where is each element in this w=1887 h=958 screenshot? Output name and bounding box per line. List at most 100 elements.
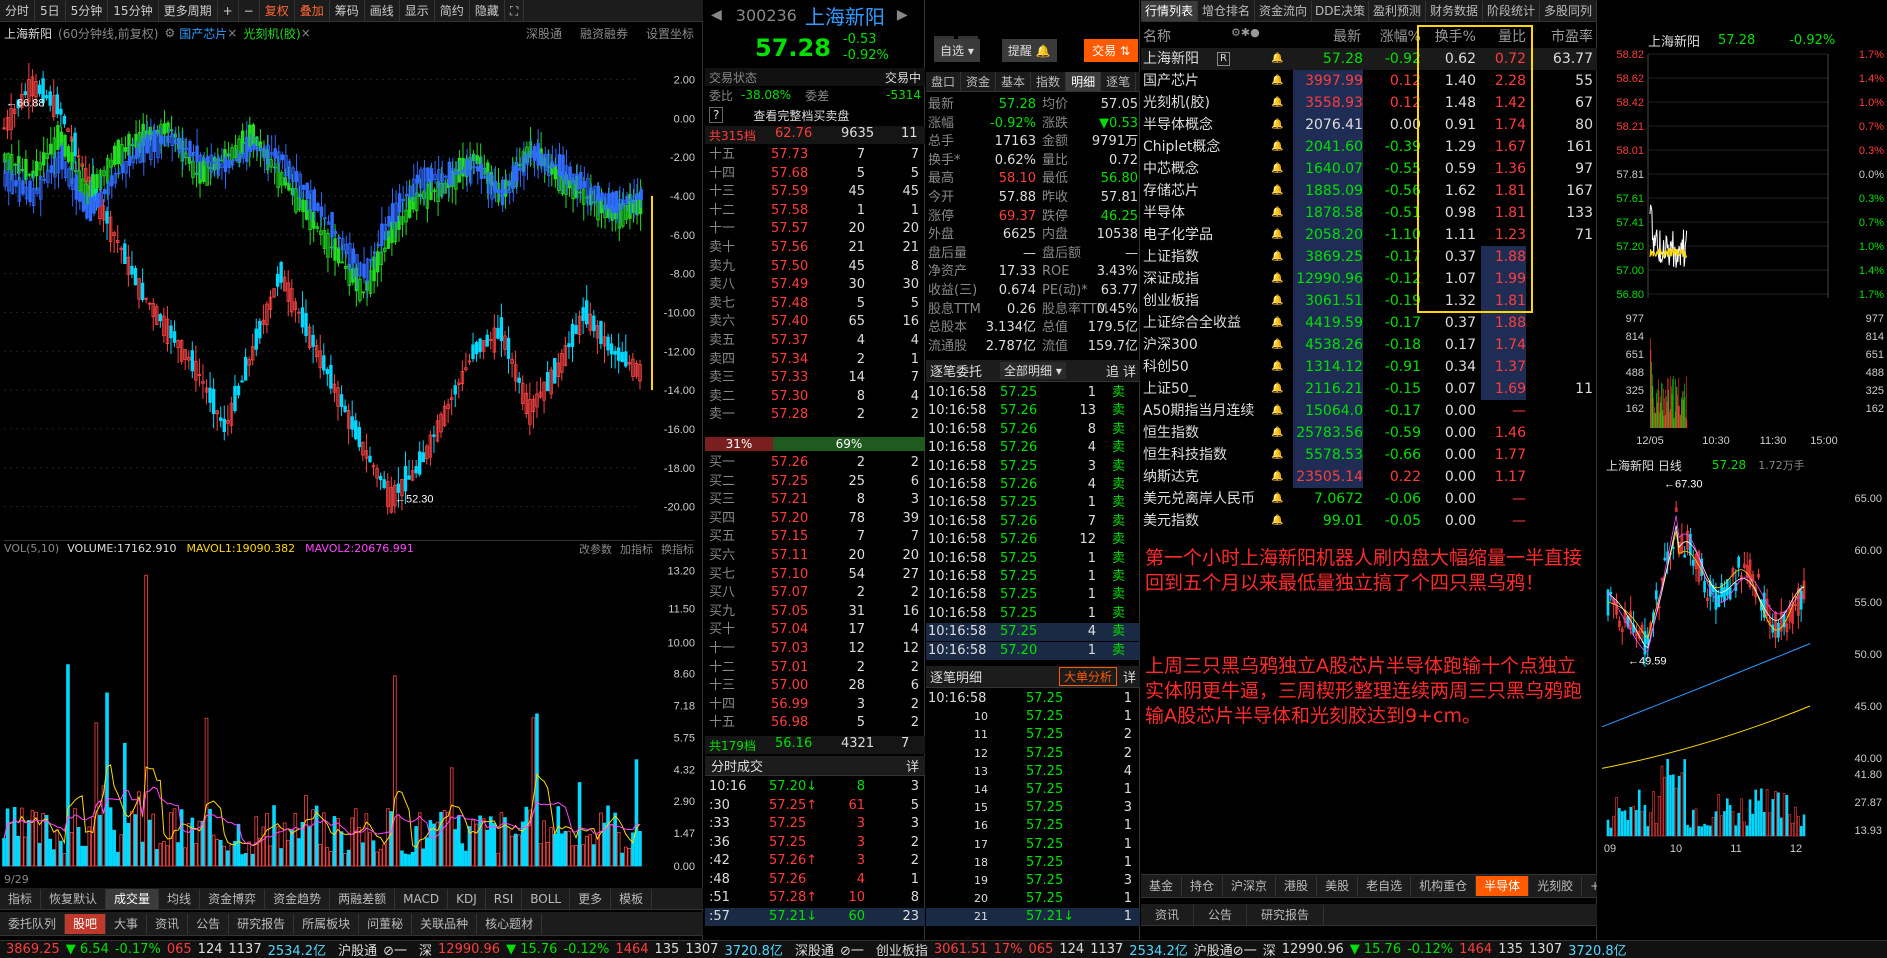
draw-button[interactable]: 画线 [365, 0, 400, 22]
col-name[interactable]: 名称 [1143, 26, 1171, 46]
group-tab-7[interactable]: 半导体 [1476, 876, 1530, 896]
indicator-tab-11[interactable]: 更多 [570, 888, 612, 909]
col-chg[interactable]: 涨幅% [1366, 26, 1421, 46]
close-icon[interactable]: × [227, 26, 237, 40]
bottom-tab-0[interactable]: 委托队列 [0, 913, 66, 934]
bell-icon[interactable]: 🔔 [1271, 136, 1283, 158]
group-tab-1[interactable]: 持仓 [1182, 876, 1224, 896]
indicator-tab-0[interactable]: 指标 [0, 888, 42, 909]
bell-icon[interactable]: 🔔 [1271, 224, 1283, 246]
minute-trades-detail[interactable]: 详 [906, 756, 919, 775]
bell-icon[interactable]: 🔔 [1271, 180, 1283, 202]
indicator-tab-6[interactable]: 两融差额 [330, 888, 396, 909]
stats-tab-4[interactable]: 明细 [1066, 72, 1102, 91]
group-tab-2[interactable]: 沪深京 [1223, 876, 1277, 896]
watchlist-tab-1[interactable]: 增仓排名 [1198, 0, 1255, 21]
bell-icon[interactable]: 🔔 [1271, 48, 1283, 70]
settings-icon[interactable]: ⚙ [164, 26, 175, 40]
bottom-tab-7[interactable]: 问董秘 [359, 913, 413, 934]
group-tab-5[interactable]: 老自选 [1358, 876, 1412, 896]
watchlist-row[interactable]: 纳斯达克 🔔 23505.14 0.22 0.00 1.17 [1141, 466, 1597, 488]
period-more[interactable]: 更多周期 [159, 0, 218, 22]
zoom-in-button[interactable]: + [218, 0, 239, 22]
indicator-tab-1[interactable]: 恢复默认 [41, 888, 107, 909]
bell-icon[interactable]: 🔔 [1271, 400, 1283, 422]
indicator-tab-8[interactable]: KDJ [448, 888, 486, 909]
bell-icon[interactable]: 🔔 [1271, 70, 1283, 92]
bottom-tab-2[interactable]: 大事 [106, 913, 148, 934]
chips-button[interactable]: 筹码 [330, 0, 365, 22]
link-sgt[interactable]: 深股通 [526, 25, 562, 42]
bell-icon[interactable]: 🔔 [1271, 290, 1283, 312]
period-15min[interactable]: 15分钟 [108, 0, 159, 22]
close-icon[interactable]: × [301, 26, 311, 40]
link-axis[interactable]: 设置坐标 [646, 25, 694, 42]
bell-icon[interactable]: 🔔 [1271, 378, 1283, 400]
link-switch-indicator[interactable]: 换指标 [661, 541, 694, 556]
bell-icon[interactable]: 🔔 [1271, 268, 1283, 290]
watchlist-row[interactable]: 沪深300 🔔 4538.26 -0.18 0.17 1.74 [1141, 334, 1597, 356]
overlay-series-2[interactable]: 光刻机(胶) [243, 25, 300, 42]
indicator-tab-12[interactable]: 模板 [611, 888, 653, 909]
volume-chart[interactable]: 13.20 11.50 10.00 8.60 7.18 5.75 4.32 2.90 1.47 0… [0, 556, 703, 870]
watchlist-row[interactable]: 恒生科技指数 🔔 5578.53 -0.66 0.00 1.77 [1141, 444, 1597, 466]
bottom-tab-3[interactable]: 资讯 [147, 913, 189, 934]
zoom-out-button[interactable]: − [239, 0, 260, 22]
group-tab-6[interactable]: 机构重仓 [1411, 876, 1477, 896]
watchlist-row[interactable]: 美元兑离岸人民币 🔔 7.0672 -0.06 0.00 — [1141, 488, 1597, 510]
intraday-chart[interactable]: 58.82 1.7% 58.62 1.4% 58.42 1.0% 58.21 0.7% 58.0… [1598, 48, 1887, 448]
bell-icon[interactable]: 🔔 [1271, 92, 1283, 114]
next-stock-icon[interactable]: ▶ [897, 7, 908, 23]
watchlist-row[interactable]: A50期指当月连续 🔔 15064.0 -0.17 0.00 — [1141, 400, 1597, 422]
sort-icon[interactable]: ⚙✱● [1231, 26, 1260, 39]
add-group-button[interactable]: + [1582, 876, 1597, 896]
bell-icon[interactable]: 🔔 [1271, 158, 1283, 180]
daily-chart[interactable]: 65.00 60.00 55.00 50.00 45.00 40.00 ←67.30 ←49.… [1598, 474, 1887, 874]
watchlist-tab-0[interactable]: 行情列表 [1141, 0, 1198, 21]
watchlist-tab-5[interactable]: 财务数据 [1426, 0, 1483, 21]
indicator-tab-5[interactable]: 资金趋势 [265, 888, 331, 909]
stats-tab-3[interactable]: 指数 [1031, 72, 1067, 91]
full-book-row[interactable]: ? 查看完整档买卖盘 [705, 106, 925, 124]
watchlist-tab-2[interactable]: 资金流向 [1255, 0, 1312, 21]
watchlist-row[interactable]: 恒生指数 🔔 25783.56 -0.59 0.00 1.46 [1141, 422, 1597, 444]
stats-tab-1[interactable]: 资金 [961, 72, 997, 91]
sub-tab-2[interactable]: 研究报告 [1247, 904, 1325, 925]
indicator-tab-2[interactable]: 成交量 [106, 888, 160, 909]
tick-filter-select[interactable]: 全部明细 ▾ [1000, 362, 1066, 379]
bell-icon[interactable]: 🔔 [1271, 356, 1283, 378]
overlay-series-1[interactable]: 国产芯片 [179, 25, 227, 42]
group-tab-4[interactable]: 美股 [1317, 876, 1359, 896]
simple-button[interactable]: 简约 [435, 0, 470, 22]
bottom-tab-5[interactable]: 研究报告 [229, 913, 295, 934]
stats-tab-5[interactable]: 逐笔 [1101, 72, 1137, 91]
watchlist-row[interactable]: 上证综合全收益 🔔 4419.59 -0.17 0.37 1.88 [1141, 312, 1597, 334]
display-button[interactable]: 显示 [400, 0, 435, 22]
indicator-tab-7[interactable]: MACD [395, 888, 449, 909]
watchlist-tab-4[interactable]: 盈利预测 [1369, 0, 1426, 21]
bottom-tab-1[interactable]: 股吧 [65, 913, 107, 934]
hide-button[interactable]: 隐藏 [470, 0, 505, 22]
tick-follow-button[interactable]: 追 [1106, 361, 1119, 380]
sub-tab-1[interactable]: 公告 [1194, 904, 1248, 925]
indicator-tab-9[interactable]: RSI [486, 888, 523, 909]
watchlist-tab-6[interactable]: 阶段统计 [1483, 0, 1540, 21]
watchlist-tab-3[interactable]: DDE决策 [1312, 0, 1369, 21]
watchlist-tab-7[interactable]: 多股同列 [1540, 0, 1597, 21]
bottom-tab-4[interactable]: 公告 [188, 913, 230, 934]
bottom-tab-9[interactable]: 核心题材 [477, 913, 543, 934]
link-reset-indicator[interactable]: 改参数 [579, 541, 612, 556]
bell-icon[interactable]: 🔔 [1271, 246, 1283, 268]
watchlist-row[interactable]: 美元指数 🔔 99.01 -0.05 0.00 — [1141, 510, 1597, 532]
bottom-tab-8[interactable]: 关联品种 [412, 913, 478, 934]
kline-chart[interactable]: 2.00 0.00 -2.00 -4.00 -6.00 -8.00 -10.00 -12.00… [0, 42, 703, 538]
tick-detail-more[interactable]: 详 [1123, 667, 1136, 686]
group-tab-3[interactable]: 港股 [1276, 876, 1318, 896]
indicator-tab-10[interactable]: BOLL [522, 888, 571, 909]
bottom-tab-6[interactable]: 所属板块 [294, 913, 360, 934]
indicator-tab-3[interactable]: 均线 [159, 888, 201, 909]
watchlist-button[interactable]: 自选 ▾ [934, 38, 980, 62]
alert-button[interactable]: 提醒 🔔 [1001, 38, 1057, 62]
watchlist-row[interactable]: 上证50_ 🔔 2116.21 -0.15 0.07 1.69 11 [1141, 378, 1597, 400]
link-add-indicator[interactable]: 加指标 [620, 541, 653, 556]
